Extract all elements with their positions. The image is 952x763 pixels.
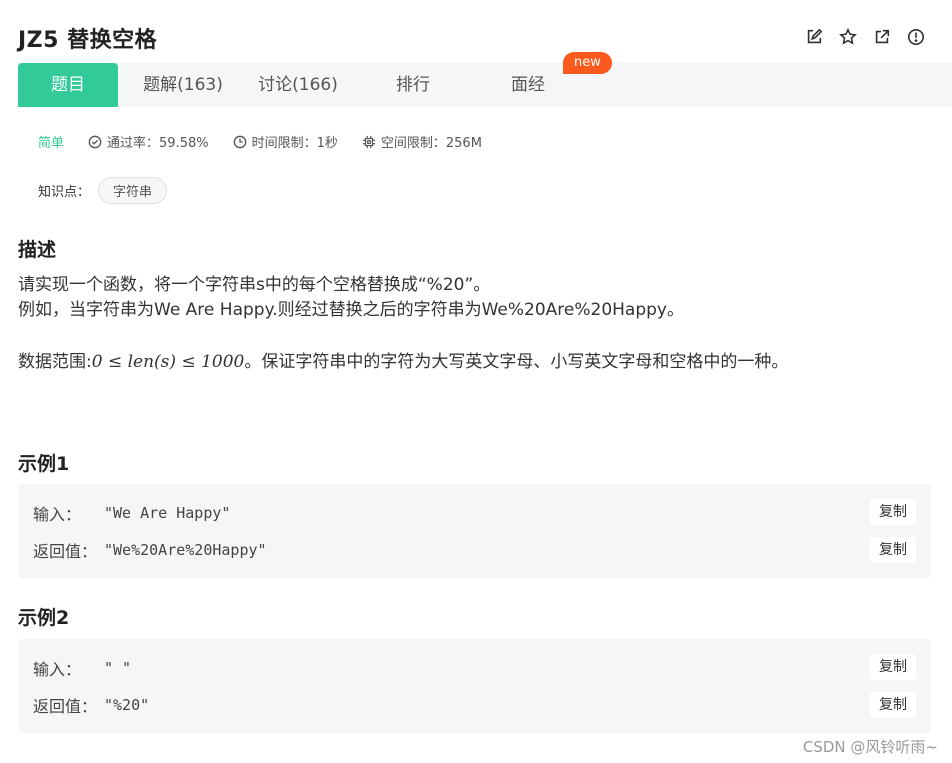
output-label: 返回值： (33, 697, 98, 716)
tab-solutions[interactable]: 题解(163) (128, 63, 238, 107)
external-link-icon[interactable] (872, 27, 892, 47)
top-toolbar (804, 27, 926, 47)
output-value: "We%20Are%20Happy" (104, 541, 267, 559)
copy-output-button[interactable]: 复制 (870, 692, 916, 718)
tab-discussion[interactable]: 讨论(166) (243, 63, 353, 107)
range-suffix: 。保证字符串中的字符为大写英文字母、小写英文字母和空格中的一种。 (244, 352, 789, 372)
time-limit: 时间限制：1秒 (233, 132, 338, 151)
edit-icon[interactable] (804, 27, 824, 47)
difficulty-label: 简单 (38, 136, 65, 151)
pass-rate: 通过率：59.58% (88, 132, 209, 151)
input-label: 输入： (33, 505, 82, 524)
time-limit-text: 时间限制：1秒 (251, 136, 338, 151)
chip-icon (362, 135, 375, 148)
description-line-1: 请实现一个函数，将一个字符串s中的每个空格替换成“%20”。 (18, 275, 491, 295)
example-2-box: 输入： " " 复制 返回值： "%20" 复制 (18, 639, 931, 733)
description-heading: 描述 (18, 239, 57, 261)
clock-icon (233, 135, 246, 148)
description-body: 请实现一个函数，将一个字符串s中的每个空格替换成“%20”。 例如，当字符串为W… (18, 273, 788, 375)
page-title: JZ5 替换空格 (18, 28, 158, 53)
tag-string[interactable]: 字符串 (98, 177, 168, 204)
report-icon[interactable] (906, 27, 926, 47)
star-icon[interactable] (838, 27, 858, 47)
new-badge: new (563, 52, 612, 74)
knowledge-label: 知识点： (38, 185, 91, 200)
copy-input-button[interactable]: 复制 (870, 499, 916, 525)
example-2-heading: 示例2 (18, 607, 70, 629)
input-label: 输入： (33, 660, 82, 679)
example-1-output: 返回值： "We%20Are%20Happy" (33, 536, 267, 564)
output-value: "%20" (104, 696, 150, 714)
problem-meta: 简单 通过率：59.58% 时间限制：1秒 空间限制：256M (38, 132, 506, 151)
data-range: 数据范围:0 ≤ len(s) ≤ 1000。保证字符串中的字符为大写英文字母、… (18, 350, 788, 375)
output-label: 返回值： (33, 542, 98, 561)
watermark: CSDN @风铃听雨~ (802, 738, 938, 756)
example-1-box: 输入： "We Are Happy" 复制 返回值： "We%20Are%20H… (18, 484, 931, 578)
pass-rate-text: 通过率：59.58% (107, 136, 209, 151)
input-value: " " (104, 659, 132, 677)
input-value: "We Are Happy" (104, 504, 231, 522)
example-1-input: 输入： "We Are Happy" (33, 499, 230, 527)
example-2-input: 输入： " " (33, 654, 131, 682)
example-1-heading: 示例1 (18, 453, 70, 475)
space-limit-text: 空间限制：256M (380, 136, 482, 151)
example-2-output: 返回值： "%20" (33, 691, 149, 719)
space-limit: 空间限制：256M (362, 132, 482, 151)
tab-ranking[interactable]: 排行 (363, 63, 463, 107)
range-prefix: 数据范围: (18, 352, 92, 372)
check-circle-icon (88, 135, 102, 148)
copy-output-button[interactable]: 复制 (870, 537, 916, 563)
description-line-2: 例如，当字符串为We Are Happy.则经过替换之后的字符串为We%20Ar… (18, 300, 684, 320)
copy-input-button[interactable]: 复制 (870, 654, 916, 680)
tab-bar: 题目 题解(163) 讨论(166) 排行 面经 (18, 63, 952, 107)
tab-problem[interactable]: 题目 (18, 63, 118, 107)
range-formula: 0 ≤ len(s) ≤ 1000 (91, 352, 245, 372)
knowledge-points: 知识点： 字符串 (38, 177, 168, 204)
